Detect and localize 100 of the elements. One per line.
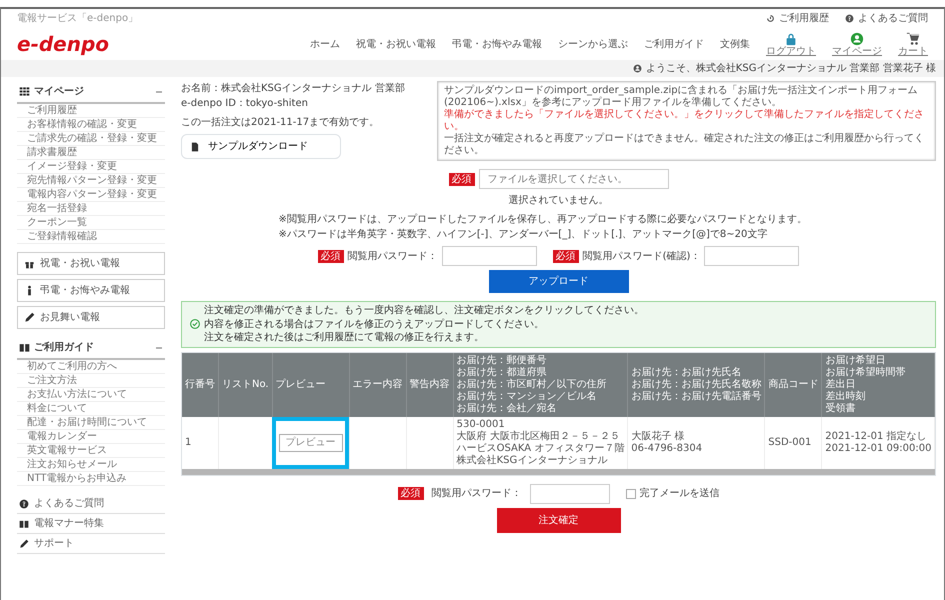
sidebar-link[interactable]: サポート (17, 534, 165, 554)
nav-link[interactable]: 文例集 (720, 36, 750, 52)
alert-text: 内容を修正される場合はファイルを修正のうえアップロードしてください。 (204, 318, 544, 331)
checkbox-label[interactable]: 完了メールを送信 (626, 486, 720, 501)
sidebar-link[interactable]: ご利用履歴 (17, 104, 165, 118)
file-field[interactable]: ファイルを選択してください。 (478, 169, 668, 189)
required-badge: 必須 (552, 250, 579, 262)
sidebar-button[interactable]: お見舞い電報 (17, 306, 165, 329)
cart-icon (906, 32, 920, 46)
nav-link[interactable]: ご利用ガイド (644, 36, 704, 52)
history-icon (766, 14, 775, 23)
column-header-label: 差出日 (825, 378, 856, 390)
password-field[interactable] (442, 246, 537, 266)
sidebar-link[interactable]: NTT電報からお申込み (17, 472, 165, 486)
nav-link[interactable]: シーンから選ぶ (558, 36, 628, 52)
sidebar-link[interactable]: ご注文方法 (17, 374, 165, 388)
password-field[interactable] (704, 246, 800, 266)
field-label: 閲覧用パスワード： (432, 487, 522, 501)
logo[interactable]: e-denpo (17, 34, 110, 54)
nav-link[interactable]: 弔電・お悔やみ電報 (452, 36, 542, 52)
tagline: 電報サービス「e-denpo」 (17, 12, 138, 24)
instruction-text: 準備ができましたら「ファイルを選択してください。」をクリックして準備したファイルを指定してください。 (444, 109, 925, 132)
sidebar-link[interactable]: 料金について (17, 402, 165, 416)
required-badge: 必須 (318, 250, 344, 262)
grid-icon (19, 86, 30, 97)
sidebar-link[interactable]: お支払い方法について (17, 388, 165, 402)
check-circle-icon (190, 319, 200, 330)
header-icon-button[interactable]: マイページ (832, 32, 882, 56)
header-icon-button[interactable]: ログアウト (766, 32, 816, 56)
sidebar-section-header[interactable]: ご利用ガイド (17, 337, 165, 360)
lock-icon (784, 32, 798, 46)
required-badge: 必須 (448, 172, 474, 186)
sidebar-link[interactable]: 電報カレンダー (17, 430, 165, 444)
sidebar-button[interactable]: 弔電・お悔やみ電報 (17, 279, 165, 302)
pen-icon (24, 312, 35, 323)
sidebar-link[interactable]: ご請求先の確認・登録・変更 (17, 132, 165, 146)
horizontal-scrollbar[interactable] (182, 468, 935, 474)
sidebar-link[interactable]: 配達・お届け時間について (17, 416, 165, 430)
column-header-label: お届け先：市区町村／以下の住所 (456, 378, 608, 390)
password-field[interactable] (530, 484, 610, 504)
column-header-label: 警告内容 (410, 378, 450, 390)
required-badge: 必須 (398, 487, 424, 500)
sidebar-link[interactable]: 宛先情報パターン登録・変更 (17, 174, 165, 188)
preview-button[interactable]: プレビュー (278, 434, 343, 452)
column-header-label: 差出時刻 (825, 390, 866, 402)
sidebar-link[interactable]: よくあるご質問 (17, 494, 165, 514)
column-header-label: 行番号 (185, 378, 215, 390)
sidebar-link[interactable]: クーポン一覧 (17, 216, 165, 230)
column-header-label: 商品コード (768, 378, 818, 390)
sidebar-section-header[interactable]: マイページ (17, 81, 165, 104)
question-icon (845, 14, 854, 23)
column-header-label: お届け先：会社／宛名 (456, 402, 558, 414)
alert-text: 注文を確定された後はご利用履歴にて電報の修正を行えます。 (204, 331, 484, 344)
column-header-label: お届け先：お届け先電話番号 (631, 390, 762, 402)
sidebar-link[interactable]: イメージ登録・変更 (17, 160, 165, 174)
column-header-label: エラー内容 (352, 378, 403, 390)
instruction-text: 一括注文が確定されると再度アップロードはできません。確定された注文の修正はご利用履歴から行ってください。 (444, 133, 925, 157)
note-text: ※パスワードは半角英字・英数字、ハイフン[-]、アンダーバー[_]、ドット[.]、アットマーク[@]で8~20文字 (278, 228, 768, 242)
instruction-text: サンプルダウンロードのimport_order_sample.zipに含まれる「お届け先一括注文インポート用フォーム(202106~).xlsx」を参考にアップロード用ファイルを準備してください。 (444, 85, 919, 108)
alert-text: 注文確定の準備ができました。もう一度内容を確認し、注文確定ボタンをクリックしてください。 (204, 304, 644, 318)
welcome-text: ようこそ、株式会社KSGインターナショナル 営業部 営業花子 様 (646, 62, 936, 76)
column-header-label: お届け希望日 (825, 354, 886, 366)
top-link[interactable]: よくあるご質問 (845, 11, 928, 26)
column-header-label: お届け先：都道府県 (456, 366, 548, 378)
nav-link[interactable]: ホーム (310, 36, 340, 52)
sidebar-link[interactable]: 電報マナー特集 (17, 514, 165, 534)
column-header-label: お届け先：郵便番号 (456, 354, 548, 366)
sidebar-link[interactable]: 初めてご利用の方へ (17, 360, 165, 374)
sidebar-link[interactable]: 注文お知らせメール (17, 458, 165, 472)
sidebar-link[interactable]: 請求書履歴 (17, 146, 165, 160)
sidebar-link[interactable]: 英文電報サービス (17, 444, 165, 458)
nav-link[interactable]: 祝電・お祝い電報 (356, 36, 436, 52)
account-info: お名前：株式会社KSGインターナショナル 営業部 e-denpo ID：tokyo-shiten (181, 82, 406, 111)
top-link[interactable]: ご利用履歴 (766, 11, 829, 26)
pen-icon (19, 538, 29, 548)
user-icon (632, 64, 642, 73)
note-text: ※閲覧用パスワードは、アップロードしたファイルを保存し、再アップロードする際に必要なパスワードとなります。 (278, 212, 808, 227)
header-icon-button[interactable]: カート (898, 32, 928, 56)
column-header-label: お届け先：お届け先氏名 (631, 366, 742, 378)
column-header-label: プレビュー (276, 378, 327, 390)
sidebar-link[interactable]: 宛名一括登録 (17, 202, 165, 216)
sidebar-link[interactable]: ご登録情報確認 (17, 230, 165, 244)
upload-button[interactable]: アップロード (488, 270, 628, 293)
checkbox[interactable] (626, 488, 636, 498)
sidebar-link[interactable]: 電報内容パターン登録・変更 (17, 188, 165, 202)
column-header-label: 受領書 (825, 402, 856, 414)
column-header-label: リストNo. (222, 378, 269, 390)
column-header-label: お届け希望時間帯 (825, 366, 906, 378)
sample-download-button[interactable]: サンプルダウンロード (181, 134, 341, 159)
field-label: 閲覧用パスワード(確認)： (582, 250, 700, 264)
sidebar-button[interactable]: 祝電・お祝い電報 (17, 252, 165, 275)
file-status: 選択されていません。 (508, 194, 608, 208)
confirm-order-button[interactable]: 注文確定 (496, 508, 620, 532)
field-label: 閲覧用パスワード： (348, 250, 438, 264)
sidebar-link[interactable]: お客様情報の確認・変更 (17, 118, 165, 132)
column-header-label: お届け先：お届け先氏名敬称 (631, 378, 762, 390)
question-icon (19, 498, 29, 508)
file-icon (190, 142, 200, 152)
expiry-note: この一括注文は2021-11-17まで有効です。 (181, 116, 380, 130)
user-icon (850, 32, 864, 46)
